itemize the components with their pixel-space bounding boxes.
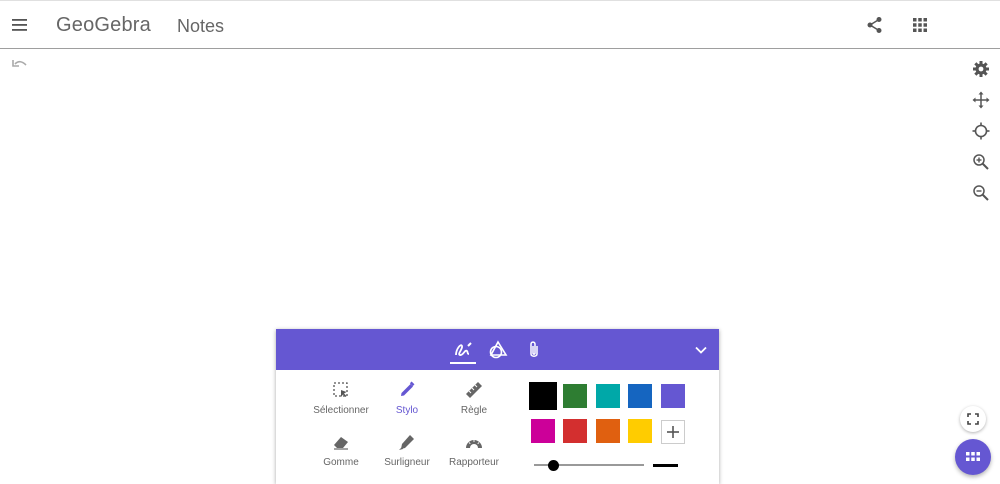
attach-tab[interactable]: [524, 340, 544, 360]
color-swatch-teal[interactable]: [596, 384, 620, 408]
tool-eraser[interactable]: Gomme: [306, 433, 376, 473]
paperclip-icon: [530, 341, 538, 357]
active-tab-indicator: [450, 362, 476, 364]
color-swatch-red[interactable]: [563, 419, 587, 443]
tool-label: Stylo: [395, 405, 419, 416]
pen-icon: [455, 342, 472, 356]
chevron-down-icon: [695, 346, 707, 354]
tool-protractor[interactable]: Rapporteur: [439, 433, 509, 473]
add-color-button[interactable]: [661, 420, 685, 444]
zoom-out-button[interactable]: [972, 184, 990, 202]
share-icon: [867, 17, 882, 33]
crosshair-icon: [972, 122, 990, 140]
apps-fab-button[interactable]: [955, 439, 991, 475]
app-header: GeoGebra Notes: [0, 0, 1000, 49]
select-icon: [333, 382, 348, 397]
settings-icon: [973, 61, 989, 77]
move-icon: [972, 91, 990, 109]
zoom-out-icon: [973, 185, 989, 201]
fullscreen-icon: [967, 413, 979, 425]
pen-icon: [401, 381, 415, 396]
tool-label: Règle: [460, 405, 488, 416]
ruler-icon: [466, 382, 482, 398]
color-swatch-orange[interactable]: [596, 419, 620, 443]
tool-label: Gomme: [323, 457, 359, 468]
tool-select[interactable]: Sélectionner: [306, 381, 376, 421]
protractor-icon: [466, 440, 482, 448]
undo-button[interactable]: [11, 58, 29, 72]
undo-icon: [12, 60, 27, 67]
collapse-panel-button[interactable]: [694, 343, 708, 357]
menu-icon: [12, 19, 27, 31]
move-view-button[interactable]: [972, 91, 990, 109]
eraser-icon: [334, 437, 348, 450]
tool-pen[interactable]: Stylo: [372, 381, 442, 421]
stroke-width-slider-thumb[interactable]: [548, 460, 559, 471]
share-button[interactable]: [866, 16, 884, 34]
apps-button[interactable]: [912, 17, 928, 33]
zoom-in-button[interactable]: [972, 153, 990, 171]
tool-label: Surligneur: [384, 457, 430, 468]
geogebra-logo[interactable]: GeoGebra: [56, 14, 151, 37]
pen-tab[interactable]: [453, 340, 473, 360]
settings-button[interactable]: [972, 60, 990, 78]
stroke-preview: [653, 464, 678, 467]
zoom-in-icon: [973, 154, 989, 170]
color-swatch-yellow[interactable]: [628, 419, 652, 443]
app-title: Notes: [177, 16, 225, 36]
keypad-icon: [966, 452, 980, 461]
shapes-tab[interactable]: [488, 340, 508, 360]
fullscreen-button[interactable]: [960, 406, 986, 432]
tool-ruler[interactable]: Règle: [439, 381, 509, 421]
tool-label: Rapporteur: [448, 457, 500, 468]
color-swatch-purple[interactable]: [661, 384, 685, 408]
shapes-icon: [489, 340, 508, 359]
plus-icon: [667, 426, 679, 438]
highlighter-icon: [399, 435, 414, 450]
tool-label: Sélectionner: [313, 405, 369, 416]
color-swatch-magenta[interactable]: [531, 419, 555, 443]
menu-button[interactable]: [10, 15, 30, 35]
tool-panel-header: [276, 329, 719, 370]
tool-panel: Sélectionner Stylo Règle Gomme Surligneu…: [276, 329, 719, 484]
standard-view-button[interactable]: [972, 122, 990, 140]
color-swatch-green[interactable]: [563, 384, 587, 408]
color-swatch-blue[interactable]: [628, 384, 652, 408]
tool-highlighter[interactable]: Surligneur: [372, 433, 442, 473]
color-swatch-black[interactable]: [529, 382, 557, 410]
apps-grid-icon: [913, 18, 927, 32]
